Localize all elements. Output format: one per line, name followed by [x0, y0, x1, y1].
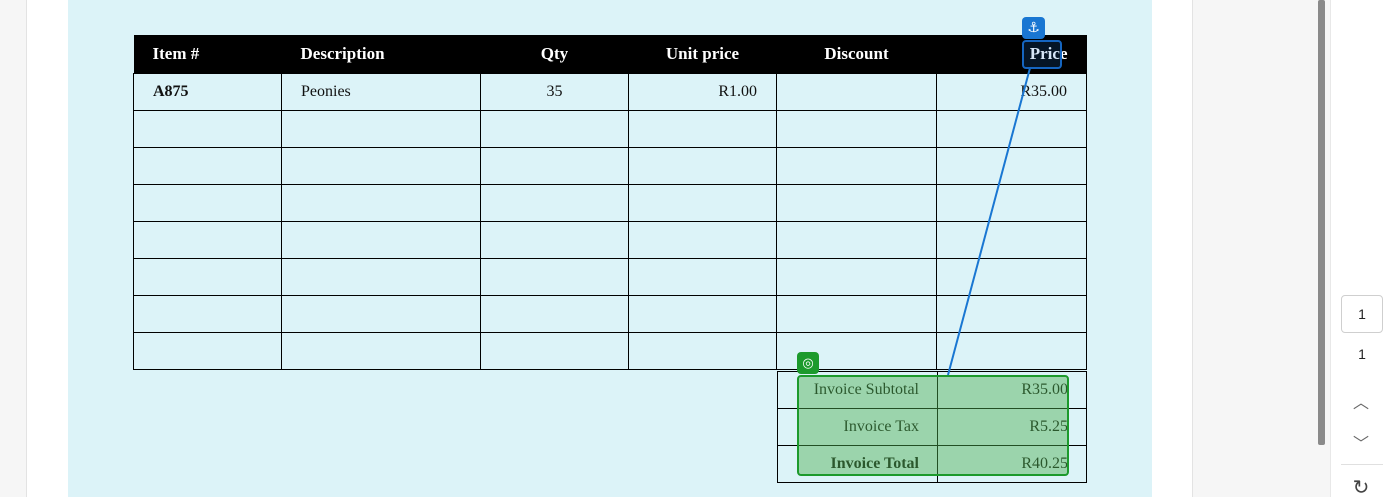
- nav-divider: [1341, 464, 1383, 465]
- cell-description[interactable]: Peonies: [281, 72, 481, 111]
- cell-description[interactable]: [281, 109, 481, 148]
- cell-item-number[interactable]: [133, 183, 282, 222]
- cell-description[interactable]: [281, 257, 481, 296]
- cell-item-number[interactable]: [133, 331, 282, 370]
- table-row[interactable]: [133, 331, 1087, 370]
- cell-qty[interactable]: [480, 294, 629, 333]
- cell-qty[interactable]: [480, 146, 629, 185]
- cell-discount[interactable]: [776, 183, 937, 222]
- anchor-icon[interactable]: ⚓: [1022, 17, 1045, 39]
- cell-unit-price[interactable]: [628, 183, 777, 222]
- current-page-input[interactable]: 1: [1341, 295, 1383, 333]
- refresh-icon[interactable]: ↻: [1346, 474, 1376, 497]
- cell-price[interactable]: [936, 294, 1087, 333]
- cell-price[interactable]: [936, 257, 1087, 296]
- page-navigation-panel: [1330, 0, 1391, 497]
- scrollbar-thumb[interactable]: [1318, 0, 1325, 445]
- cell-unit-price[interactable]: [628, 331, 777, 370]
- anchor-selection-box[interactable]: [1022, 40, 1062, 69]
- cell-discount[interactable]: [776, 294, 937, 333]
- table-row[interactable]: [133, 109, 1087, 148]
- cell-item-number[interactable]: [133, 257, 282, 296]
- table-row[interactable]: [133, 257, 1087, 296]
- items-header-row: Item # Description Qty Unit price Discou…: [133, 35, 1087, 73]
- cell-description[interactable]: [281, 220, 481, 259]
- table-row[interactable]: [133, 183, 1087, 222]
- items-table: Item # Description Qty Unit price Discou…: [133, 35, 1087, 370]
- cell-price[interactable]: R35.00: [936, 72, 1087, 111]
- cell-unit-price[interactable]: [628, 294, 777, 333]
- cell-discount[interactable]: [776, 220, 937, 259]
- table-row[interactable]: [133, 220, 1087, 259]
- cell-item-number[interactable]: [133, 220, 282, 259]
- target-icon[interactable]: ◎: [797, 352, 819, 374]
- total-pages: 1: [1358, 346, 1366, 362]
- cell-unit-price[interactable]: R1.00: [628, 72, 777, 111]
- cell-unit-price[interactable]: [628, 146, 777, 185]
- right-gutter: [1192, 0, 1318, 497]
- cell-item-number[interactable]: [133, 146, 282, 185]
- cell-item-number[interactable]: [133, 109, 282, 148]
- cell-unit-price[interactable]: [628, 109, 777, 148]
- chevron-up-icon[interactable]: ︿: [1346, 388, 1376, 414]
- cell-discount[interactable]: [776, 109, 937, 148]
- header-price: Price: [936, 35, 1087, 73]
- header-unit-price: Unit price: [628, 35, 777, 73]
- cell-qty[interactable]: [480, 331, 629, 370]
- header-qty: Qty: [480, 35, 629, 73]
- cell-unit-price[interactable]: [628, 220, 777, 259]
- cell-item-number[interactable]: [133, 294, 282, 333]
- cell-qty[interactable]: [480, 257, 629, 296]
- cell-description[interactable]: [281, 331, 481, 370]
- cell-price[interactable]: [936, 220, 1087, 259]
- table-row[interactable]: [133, 294, 1087, 333]
- cell-qty[interactable]: [480, 183, 629, 222]
- cell-qty[interactable]: [480, 220, 629, 259]
- cell-price[interactable]: [936, 331, 1087, 370]
- header-item-number: Item #: [133, 35, 282, 73]
- header-description: Description: [281, 35, 481, 73]
- chevron-down-icon[interactable]: ﹀: [1346, 429, 1376, 455]
- cell-discount[interactable]: [776, 146, 937, 185]
- cell-qty[interactable]: 35: [480, 72, 629, 111]
- cell-unit-price[interactable]: [628, 257, 777, 296]
- cell-price[interactable]: [936, 183, 1087, 222]
- cell-price[interactable]: [936, 146, 1087, 185]
- header-discount: Discount: [776, 35, 937, 73]
- cell-description[interactable]: [281, 294, 481, 333]
- cell-description[interactable]: [281, 183, 481, 222]
- cell-discount[interactable]: [776, 72, 937, 111]
- cell-discount[interactable]: [776, 257, 937, 296]
- target-selection-box[interactable]: [797, 375, 1069, 476]
- table-row[interactable]: [133, 146, 1087, 185]
- table-row[interactable]: A875 Peonies 35 R1.00 R35.00: [133, 72, 1087, 111]
- left-gutter: [0, 0, 27, 497]
- cell-item-number[interactable]: A875: [133, 72, 282, 111]
- cell-price[interactable]: [936, 109, 1087, 148]
- cell-qty[interactable]: [480, 109, 629, 148]
- cell-description[interactable]: [281, 146, 481, 185]
